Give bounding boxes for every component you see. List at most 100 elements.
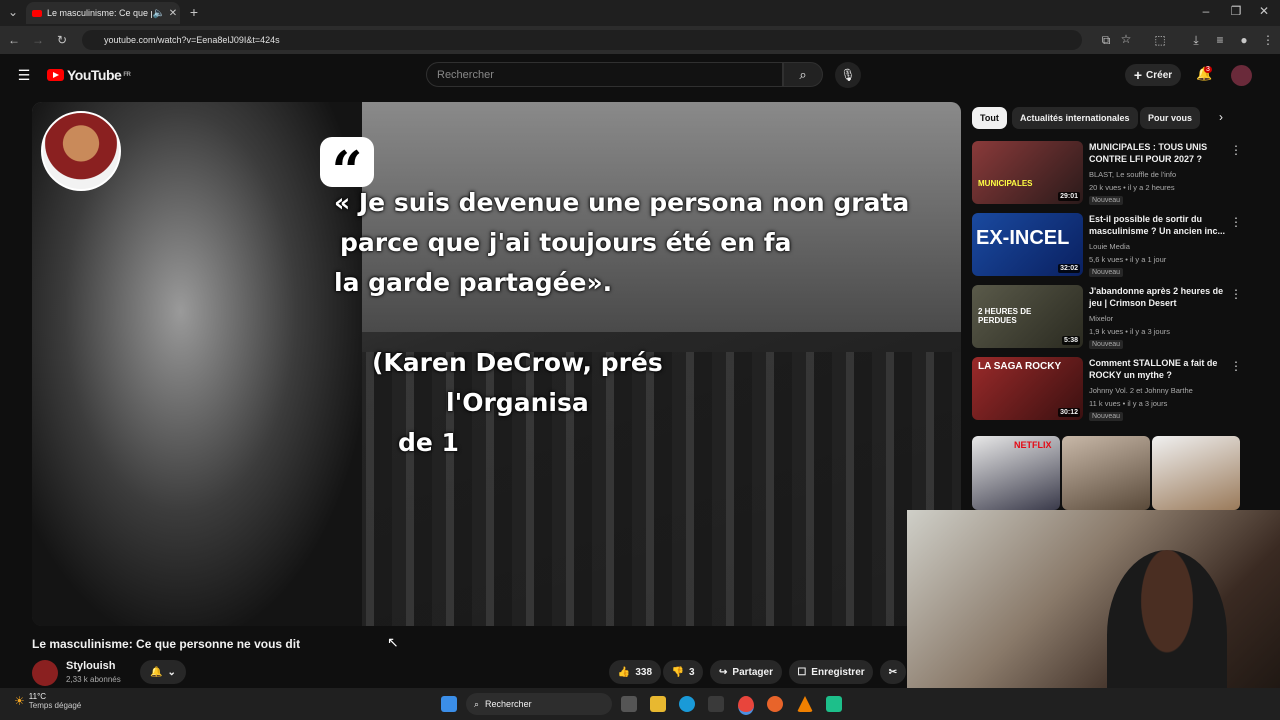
windows-start-icon[interactable] <box>441 696 457 712</box>
logo-text: YouTube <box>67 67 122 83</box>
thumbs-up-icon: 👍 <box>617 666 631 678</box>
browser-tab[interactable]: Le masculinisme: Ce que pe 🔈 ✕ <box>26 2 180 24</box>
more-options-icon[interactable]: ⋮ <box>1230 359 1242 373</box>
more-options-icon[interactable]: ⋮ <box>1230 287 1242 301</box>
youtube-play-icon <box>47 69 64 81</box>
extensions-icon[interactable]: ⬚ <box>1152 33 1168 47</box>
save-icon: ☐ <box>797 666 807 678</box>
back-icon[interactable]: ← <box>6 33 22 47</box>
recommendation-channel: Mixelor <box>1089 314 1114 323</box>
recommendation-channel: BLAST, Le souffle de l'info <box>1089 170 1177 179</box>
chip-all[interactable]: Tout <box>972 107 1007 129</box>
weather-description: Temps dégagé <box>28 701 82 710</box>
scissors-icon: ✂ <box>888 666 898 678</box>
temperature: 11°C <box>28 692 47 701</box>
browser-menu-icon[interactable]: ⋮ <box>1260 33 1276 47</box>
tab-search-icon[interactable]: ⌄ <box>5 5 21 19</box>
more-options-icon[interactable]: ⋮ <box>1230 215 1242 229</box>
subscription-bell-button[interactable]: 🔔 ⌄ <box>140 660 186 684</box>
video-duration: 5:38 <box>1061 336 1080 345</box>
taskbar-search-label: Rechercher <box>485 699 532 709</box>
task-view-icon[interactable] <box>621 696 637 712</box>
download-icon[interactable]: ⤓ <box>1188 33 1204 48</box>
attribution-line-2: l'Organisa <box>446 388 589 417</box>
chip-for-you[interactable]: Pour vous <box>1140 107 1201 129</box>
recommendation-meta: 5,6 k vues • il y a 1 jour <box>1089 255 1167 264</box>
profile-icon[interactable]: ● <box>1236 33 1252 47</box>
clip-button[interactable]: ✂ <box>880 660 906 684</box>
mouse-cursor-icon: ↖ <box>387 634 399 650</box>
forward-icon[interactable]: → <box>30 33 46 47</box>
reload-icon[interactable]: ↻ <box>54 33 70 47</box>
quote-line-2: parce que j'ai toujours été en fa <box>340 228 792 257</box>
recommendation-title: J'abandonne après 2 heures de jeu | Crim… <box>1089 286 1224 308</box>
chrome-icon[interactable] <box>738 696 754 715</box>
close-window-icon[interactable]: ✕ <box>1256 4 1272 18</box>
like-button[interactable]: 👍 338 <box>609 660 661 684</box>
channel-avatar[interactable] <box>32 660 58 686</box>
share-button[interactable]: ↪ Partager <box>710 660 782 684</box>
new-tab-icon[interactable]: + <box>186 4 202 20</box>
close-tab-icon[interactable]: ✕ <box>166 8 180 19</box>
video-duration: 29:01 <box>1058 192 1080 201</box>
weather-widget[interactable]: ☀ 11°C Temps dégagé <box>14 692 81 710</box>
recommendation-meta: 11 k vues • il y a 3 jours <box>1089 399 1168 408</box>
search-input[interactable]: Rechercher <box>426 62 783 87</box>
channel-name[interactable]: Stylouish <box>66 660 116 672</box>
video-duration: 30:12 <box>1058 408 1080 417</box>
new-badge: Nouveau <box>1089 412 1124 421</box>
recommendation-item[interactable]: MUNICIPALES 29:01 MUNICIPALES : TOUS UNI… <box>972 141 1242 211</box>
save-button[interactable]: ☐ Enregistrer <box>789 660 873 684</box>
url-text: youtube.com/watch?v=Eena8elJ09I&t=424s <box>104 35 280 45</box>
recommendation-item[interactable]: 2 HEURES DE PERDUES 5:38 J'abandonne apr… <box>972 285 1242 355</box>
windows-taskbar <box>0 688 1280 720</box>
voice-search-button[interactable]: 🎙 <box>835 62 861 88</box>
recommendation-thumbnail[interactable]: 2 HEURES DE PERDUES 5:38 <box>972 285 1083 348</box>
app-icon[interactable] <box>826 696 842 712</box>
video-player[interactable]: “ « Je suis devenue une persona non grat… <box>32 102 961 626</box>
maximize-icon[interactable]: ❐ <box>1228 4 1244 18</box>
install-app-icon[interactable]: ⧉ <box>1098 33 1114 48</box>
recommendation-meta: 1,9 k vues • il y a 3 jours <box>1089 327 1170 336</box>
region-code: FR <box>123 72 131 78</box>
recommendation-thumbnail[interactable]: EX-INCEL 32:02 <box>972 213 1083 276</box>
hamburger-menu-icon[interactable]: ☰ <box>16 67 32 84</box>
bell-icon: 🔔 <box>150 666 163 678</box>
file-explorer-icon[interactable] <box>650 696 666 712</box>
store-icon[interactable] <box>708 696 724 712</box>
taskbar-search-icon: ⌕ <box>474 698 480 709</box>
minimize-icon[interactable]: – <box>1198 4 1214 18</box>
firefox-icon[interactable] <box>767 696 783 712</box>
attribution-line-3: de 1 <box>398 428 459 457</box>
taskbar-search[interactable]: ⌕ Rechercher <box>466 693 612 715</box>
address-bar[interactable]: youtube.com/watch?v=Eena8elJ09I&t=424s <box>82 30 1082 50</box>
bookmark-star-icon[interactable]: ☆ <box>1118 32 1134 46</box>
chips-next-chevron-icon[interactable]: › <box>1219 110 1223 124</box>
edge-browser-icon[interactable] <box>679 696 695 712</box>
shelf-thumbnail[interactable]: NETFLIX <box>972 436 1060 510</box>
new-badge: Nouveau <box>1089 268 1124 277</box>
create-button[interactable]: + Créer <box>1125 64 1181 86</box>
speaker-icon[interactable]: 🔈 <box>152 8 166 19</box>
dislike-button[interactable]: 👎 3 <box>663 660 703 684</box>
recommendation-item[interactable]: EX-INCEL 32:02 Est-il possible de sortir… <box>972 213 1242 283</box>
recommendation-item[interactable]: LA SAGA ROCKY 30:12 Comment STALLONE a f… <box>972 357 1242 427</box>
more-options-icon[interactable]: ⋮ <box>1230 143 1242 157</box>
recommendation-title: Comment STALLONE a fait de ROCKY un myth… <box>1089 358 1218 380</box>
recommendation-thumbnail[interactable]: LA SAGA ROCKY 30:12 <box>972 357 1083 420</box>
recommendation-thumbnail[interactable]: MUNICIPALES 29:01 <box>972 141 1083 204</box>
account-avatar[interactable] <box>1231 65 1252 86</box>
shelf-thumbnail[interactable] <box>1152 436 1240 510</box>
youtube-favicon-icon <box>32 9 42 17</box>
thumbnail-text: 2 HEURES DE PERDUES <box>978 307 1032 325</box>
search-button[interactable]: ⌕ <box>783 62 823 87</box>
quote-mark-icon: “ <box>320 137 374 203</box>
subscriber-count: 2,33 k abonnés <box>66 675 121 684</box>
shelf-thumbnail[interactable] <box>1062 436 1150 510</box>
youtube-logo[interactable]: YouTube FR <box>47 67 131 83</box>
chip-international-news[interactable]: Actualités internationales <box>1012 107 1138 129</box>
tab-groups-icon[interactable]: ≡ <box>1212 33 1228 47</box>
new-badge: Nouveau <box>1089 196 1124 205</box>
recommendation-channel: Louie Media <box>1089 242 1130 251</box>
save-label: Enregistrer <box>811 666 865 678</box>
